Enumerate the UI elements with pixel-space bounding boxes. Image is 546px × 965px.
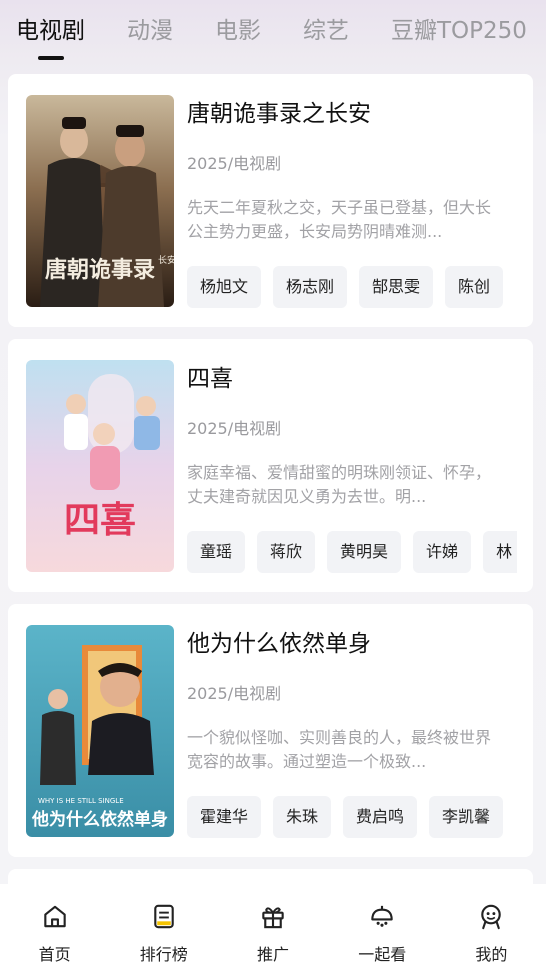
- media-description: 一个貌似怪咖、实则善良的人，最终被世界宽容的故事。通过塑造一个极致...: [187, 728, 492, 771]
- cast-tags: 杨旭文 杨志刚 郜思雯 陈创: [187, 266, 517, 310]
- ranking-icon: [154, 904, 174, 929]
- nav-profile[interactable]: 我的: [437, 884, 546, 965]
- media-list: 唐朝诡事录 长安 唐朝诡事录之长安 2025/电视剧 先天二年夏秋之交，天子虽已…: [8, 74, 533, 911]
- poster-art: 唐朝诡事录 长安: [26, 95, 174, 307]
- media-card[interactable]: WHY IS HE STILL SINGLE 他为什么依然单身 他为什么依然单身…: [8, 604, 533, 857]
- poster-title-text: 唐朝诡事录: [45, 257, 155, 283]
- tab-label: 电影: [215, 18, 261, 44]
- bottom-navigation: 首页 排行榜 推广 一起看 我的: [0, 884, 546, 965]
- nav-ranking[interactable]: 排行榜: [109, 884, 218, 965]
- media-description: 家庭幸福、爱情甜蜜的明珠刚领证、怀孕，丈夫建奇就因见义勇为去世。明...: [187, 463, 492, 506]
- category-tabs: 电视剧 动漫 电影 综艺 豆瓣TOP250: [0, 0, 546, 66]
- poster-art: WHY IS HE STILL SINGLE 他为什么依然单身: [26, 625, 174, 837]
- home-icon: [43, 905, 66, 928]
- poster-art: 四喜: [26, 360, 174, 572]
- cast-tag[interactable]: 陈创: [445, 266, 504, 308]
- poster-title-text: 四喜: [64, 499, 136, 541]
- nav-label: 排行榜: [139, 945, 188, 964]
- media-card[interactable]: 唐朝诡事录 长安 唐朝诡事录之长安 2025/电视剧 先天二年夏秋之交，天子虽已…: [8, 74, 533, 327]
- cast-tag[interactable]: 许娣: [413, 531, 472, 573]
- tab-label: 综艺: [303, 18, 349, 44]
- nav-label: 推广: [257, 945, 290, 964]
- cast-tag[interactable]: 林: [483, 531, 517, 573]
- gift-icon: [262, 907, 284, 929]
- poster-image[interactable]: 四喜: [26, 360, 174, 572]
- watch-together-icon: [371, 905, 393, 927]
- tab-movies[interactable]: 电影: [215, 0, 261, 66]
- tab-anime[interactable]: 动漫: [127, 0, 173, 66]
- media-meta: 2025/电视剧: [187, 684, 282, 703]
- profile-icon: [481, 904, 502, 930]
- poster-subtitle-text: WHY IS HE STILL SINGLE: [38, 797, 124, 805]
- media-card[interactable]: 四喜 四喜 2025/电视剧 家庭幸福、爱情甜蜜的明珠刚领证、怀孕，丈夫建奇就因…: [8, 339, 533, 592]
- poster-title-text: 他为什么依然单身: [31, 809, 168, 830]
- poster-image[interactable]: WHY IS HE STILL SINGLE 他为什么依然单身: [26, 625, 174, 837]
- media-description: 先天二年夏秋之交，天子虽已登基，但大长公主势力更盛，长安局势阴晴难测...: [187, 198, 492, 241]
- cast-tags: 童瑶 蒋欣 黄明昊 许娣 林: [187, 531, 517, 575]
- nav-promote[interactable]: 推广: [218, 884, 327, 965]
- cast-tag[interactable]: 杨旭文: [187, 266, 262, 308]
- nav-home[interactable]: 首页: [0, 884, 109, 965]
- cast-tag[interactable]: 霍建华: [187, 796, 262, 838]
- cast-tag[interactable]: 费启鸣: [343, 796, 418, 838]
- nav-watch-together[interactable]: 一起看: [328, 884, 437, 965]
- active-tab-indicator: [37, 56, 64, 60]
- poster-subtitle-text: 长安: [158, 254, 174, 266]
- cast-tag[interactable]: 朱珠: [273, 796, 332, 838]
- media-title[interactable]: 唐朝诡事录之长安: [187, 94, 371, 128]
- tab-label: 动漫: [127, 18, 173, 44]
- media-meta: 2025/电视剧: [187, 419, 282, 438]
- cast-tag[interactable]: 童瑶: [187, 531, 246, 573]
- tab-tv-series[interactable]: 电视剧: [16, 0, 85, 66]
- tab-label: 电视剧: [16, 18, 85, 44]
- tab-variety[interactable]: 综艺: [303, 0, 349, 66]
- cast-tag[interactable]: 黄明昊: [327, 531, 402, 573]
- tab-douban-top250[interactable]: 豆瓣TOP250: [391, 0, 527, 66]
- media-title[interactable]: 他为什么依然单身: [187, 624, 371, 658]
- media-title[interactable]: 四喜: [187, 359, 233, 393]
- cast-tag[interactable]: 李凯馨: [429, 796, 504, 838]
- nav-label: 首页: [38, 945, 71, 964]
- media-meta: 2025/电视剧: [187, 154, 282, 173]
- cast-tag[interactable]: 蒋欣: [257, 531, 316, 573]
- poster-image[interactable]: 唐朝诡事录 长安: [26, 95, 174, 307]
- cast-tag[interactable]: 杨志刚: [273, 266, 348, 308]
- cast-tag[interactable]: 郜思雯: [359, 266, 434, 308]
- tab-label: 豆瓣TOP250: [391, 18, 527, 44]
- cast-tags: 霍建华 朱珠 费启鸣 李凯馨: [187, 796, 517, 840]
- nav-label: 一起看: [358, 945, 407, 964]
- nav-label: 我的: [475, 945, 508, 964]
